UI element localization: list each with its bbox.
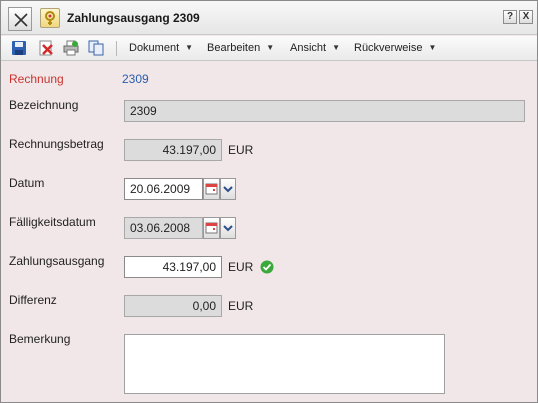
calendar-icon	[205, 222, 218, 234]
zahlungsausgang-unit: EUR	[228, 260, 254, 274]
bemerkung-label: Bemerkung	[9, 332, 71, 346]
print-icon[interactable]	[63, 40, 79, 56]
close-document-button[interactable]	[8, 7, 32, 31]
calendar-icon	[205, 183, 218, 195]
chevron-down-icon	[223, 186, 233, 193]
rechnung-link[interactable]: 2309	[122, 72, 149, 86]
faelligkeitsdatum-field: 03.06.2008	[124, 217, 203, 239]
faelligkeitsdatum-calendar-button[interactable]	[203, 217, 220, 239]
differenz-label: Differenz	[9, 293, 57, 307]
document-type-icon	[40, 8, 60, 28]
menu-rueckverweise[interactable]: Rückverweise ▼	[354, 42, 436, 54]
zahlungsausgang-input[interactable]: 43.197,00	[124, 256, 222, 278]
menu-dokument[interactable]: Dokument ▼	[129, 42, 193, 54]
dropdown-arrow-icon: ▼	[266, 43, 275, 52]
menu-ansicht[interactable]: Ansicht ▼	[290, 42, 340, 54]
dialog-window: Zahlungsausgang 2309 ? X Dokument ▼ Bear…	[0, 0, 538, 403]
datum-label: Datum	[9, 176, 45, 190]
toolbar-separator	[116, 41, 117, 56]
bemerkung-textarea[interactable]	[124, 334, 445, 394]
faelligkeitsdatum-label: Fälligkeitsdatum	[9, 215, 96, 229]
differenz-unit: EUR	[228, 299, 254, 313]
dropdown-arrow-icon: ▼	[428, 43, 437, 52]
help-button[interactable]: ?	[503, 10, 517, 24]
dropdown-arrow-icon: ▼	[185, 43, 194, 52]
bezeichnung-label: Bezeichnung	[9, 98, 79, 112]
menu-bearbeiten[interactable]: Bearbeiten ▼	[207, 42, 274, 54]
close-icon	[14, 13, 28, 27]
menu-label: Bearbeiten	[207, 42, 261, 54]
datum-dropdown-button[interactable]	[220, 178, 236, 200]
chevron-down-icon	[223, 225, 233, 232]
rechnungsbetrag-field: 43.197,00	[124, 139, 222, 161]
window-title: Zahlungsausgang 2309	[67, 11, 200, 25]
save-icon[interactable]	[11, 40, 27, 56]
datum-calendar-button[interactable]	[203, 178, 220, 200]
toolbar: Dokument ▼ Bearbeiten ▼ Ansicht ▼ Rückverwe…	[1, 36, 537, 61]
check-ok-icon	[260, 260, 274, 274]
window-close-button[interactable]: X	[519, 10, 533, 24]
datum-input[interactable]: 20.06.2009	[124, 178, 203, 200]
title-bar: Zahlungsausgang 2309 ? X	[1, 1, 537, 35]
delete-icon[interactable]	[38, 40, 54, 56]
rechnung-label: Rechnung	[9, 72, 64, 86]
menu-label: Ansicht	[290, 42, 327, 54]
rechnungsbetrag-unit: EUR	[228, 143, 254, 157]
rechnungsbetrag-label: Rechnungsbetrag	[9, 137, 104, 151]
menu-label: Rückverweise	[354, 42, 423, 54]
payment-form: Rechnung 2309 Bezeichnung 2309 Rechnungs…	[1, 62, 537, 402]
differenz-field: 0,00	[124, 295, 222, 317]
faelligkeitsdatum-dropdown-button[interactable]	[220, 217, 236, 239]
dropdown-arrow-icon: ▼	[332, 43, 340, 52]
bezeichnung-field: 2309	[124, 100, 525, 122]
copy-icon[interactable]	[88, 40, 104, 56]
menu-label: Dokument	[129, 42, 180, 54]
zahlungsausgang-label: Zahlungsausgang	[9, 254, 105, 268]
